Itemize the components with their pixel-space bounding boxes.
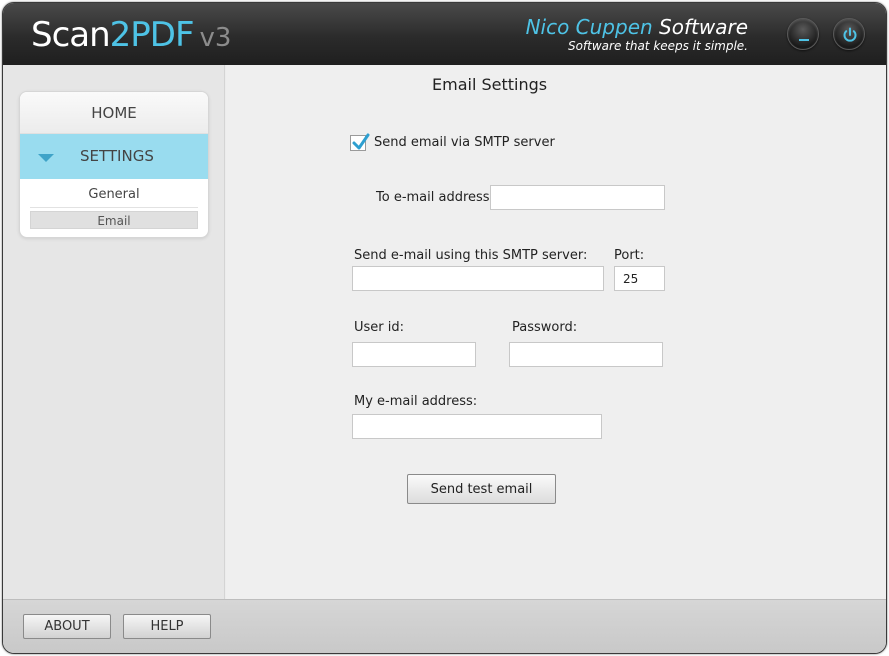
password-label: Password: <box>512 320 578 335</box>
nav-item-home[interactable]: HOME <box>20 92 208 134</box>
app-logo: Scan2PDF v3 <box>31 15 231 58</box>
nav-subitem-email[interactable]: Email <box>30 211 198 229</box>
help-button[interactable]: HELP <box>123 614 211 639</box>
minimize-icon <box>799 39 809 41</box>
nav-menu: HOME SETTINGS General Email <box>19 91 209 238</box>
smtp-server-label: Send e-mail using this SMTP server: <box>354 248 588 263</box>
my-email-input[interactable] <box>352 414 602 439</box>
page-title: Email Settings <box>432 75 548 94</box>
logo-text-2pdf: 2PDF <box>109 15 195 55</box>
port-label: Port: <box>614 248 645 263</box>
brand-name-part2: Software <box>652 15 748 39</box>
about-button[interactable]: ABOUT <box>23 614 111 639</box>
minimize-button[interactable] <box>787 18 819 50</box>
brand-tagline: Software that keeps it simple. <box>567 39 748 53</box>
to-email-input[interactable] <box>490 185 665 210</box>
power-button[interactable] <box>833 18 865 50</box>
sidebar: HOME SETTINGS General Email <box>3 65 225 599</box>
password-input[interactable] <box>509 342 663 367</box>
settings-panel: Email Settings Send email via SMTP serve… <box>226 65 886 599</box>
send-test-email-button[interactable]: Send test email <box>407 474 556 504</box>
user-id-input[interactable] <box>352 342 476 367</box>
logo-text-scan: Scan <box>31 15 111 55</box>
send-via-smtp-checkbox[interactable] <box>350 133 370 151</box>
smtp-server-input[interactable] <box>352 266 604 291</box>
send-via-smtp-label: Send email via SMTP server <box>374 135 555 150</box>
title-bar: Scan2PDF v3 Nico Cuppen Software Software… <box>3 3 886 65</box>
brand-name: Nico Cuppen Software <box>526 15 748 39</box>
brand-name-part1: Nico Cuppen <box>525 15 653 39</box>
logo-version: v3 <box>199 23 232 53</box>
power-icon <box>843 27 857 42</box>
nav-item-settings[interactable]: SETTINGS <box>20 134 208 179</box>
nav-item-settings-label: SETTINGS <box>80 147 154 165</box>
nav-subitem-general[interactable]: General <box>20 185 208 205</box>
checkmark-icon <box>352 133 370 150</box>
user-id-label: User id: <box>354 320 405 335</box>
footer-bar: ABOUT HELP <box>3 599 886 653</box>
expand-arrow-icon <box>38 154 54 162</box>
app-window: Scan2PDF v3 Nico Cuppen Software Software… <box>2 2 887 654</box>
nav-divider <box>30 207 198 208</box>
port-input[interactable] <box>614 266 665 291</box>
to-email-label: To e-mail address: <box>376 190 494 205</box>
my-email-label: My e-mail address: <box>354 394 478 409</box>
brand-block: Nico Cuppen Software Software that keeps… <box>526 15 748 53</box>
